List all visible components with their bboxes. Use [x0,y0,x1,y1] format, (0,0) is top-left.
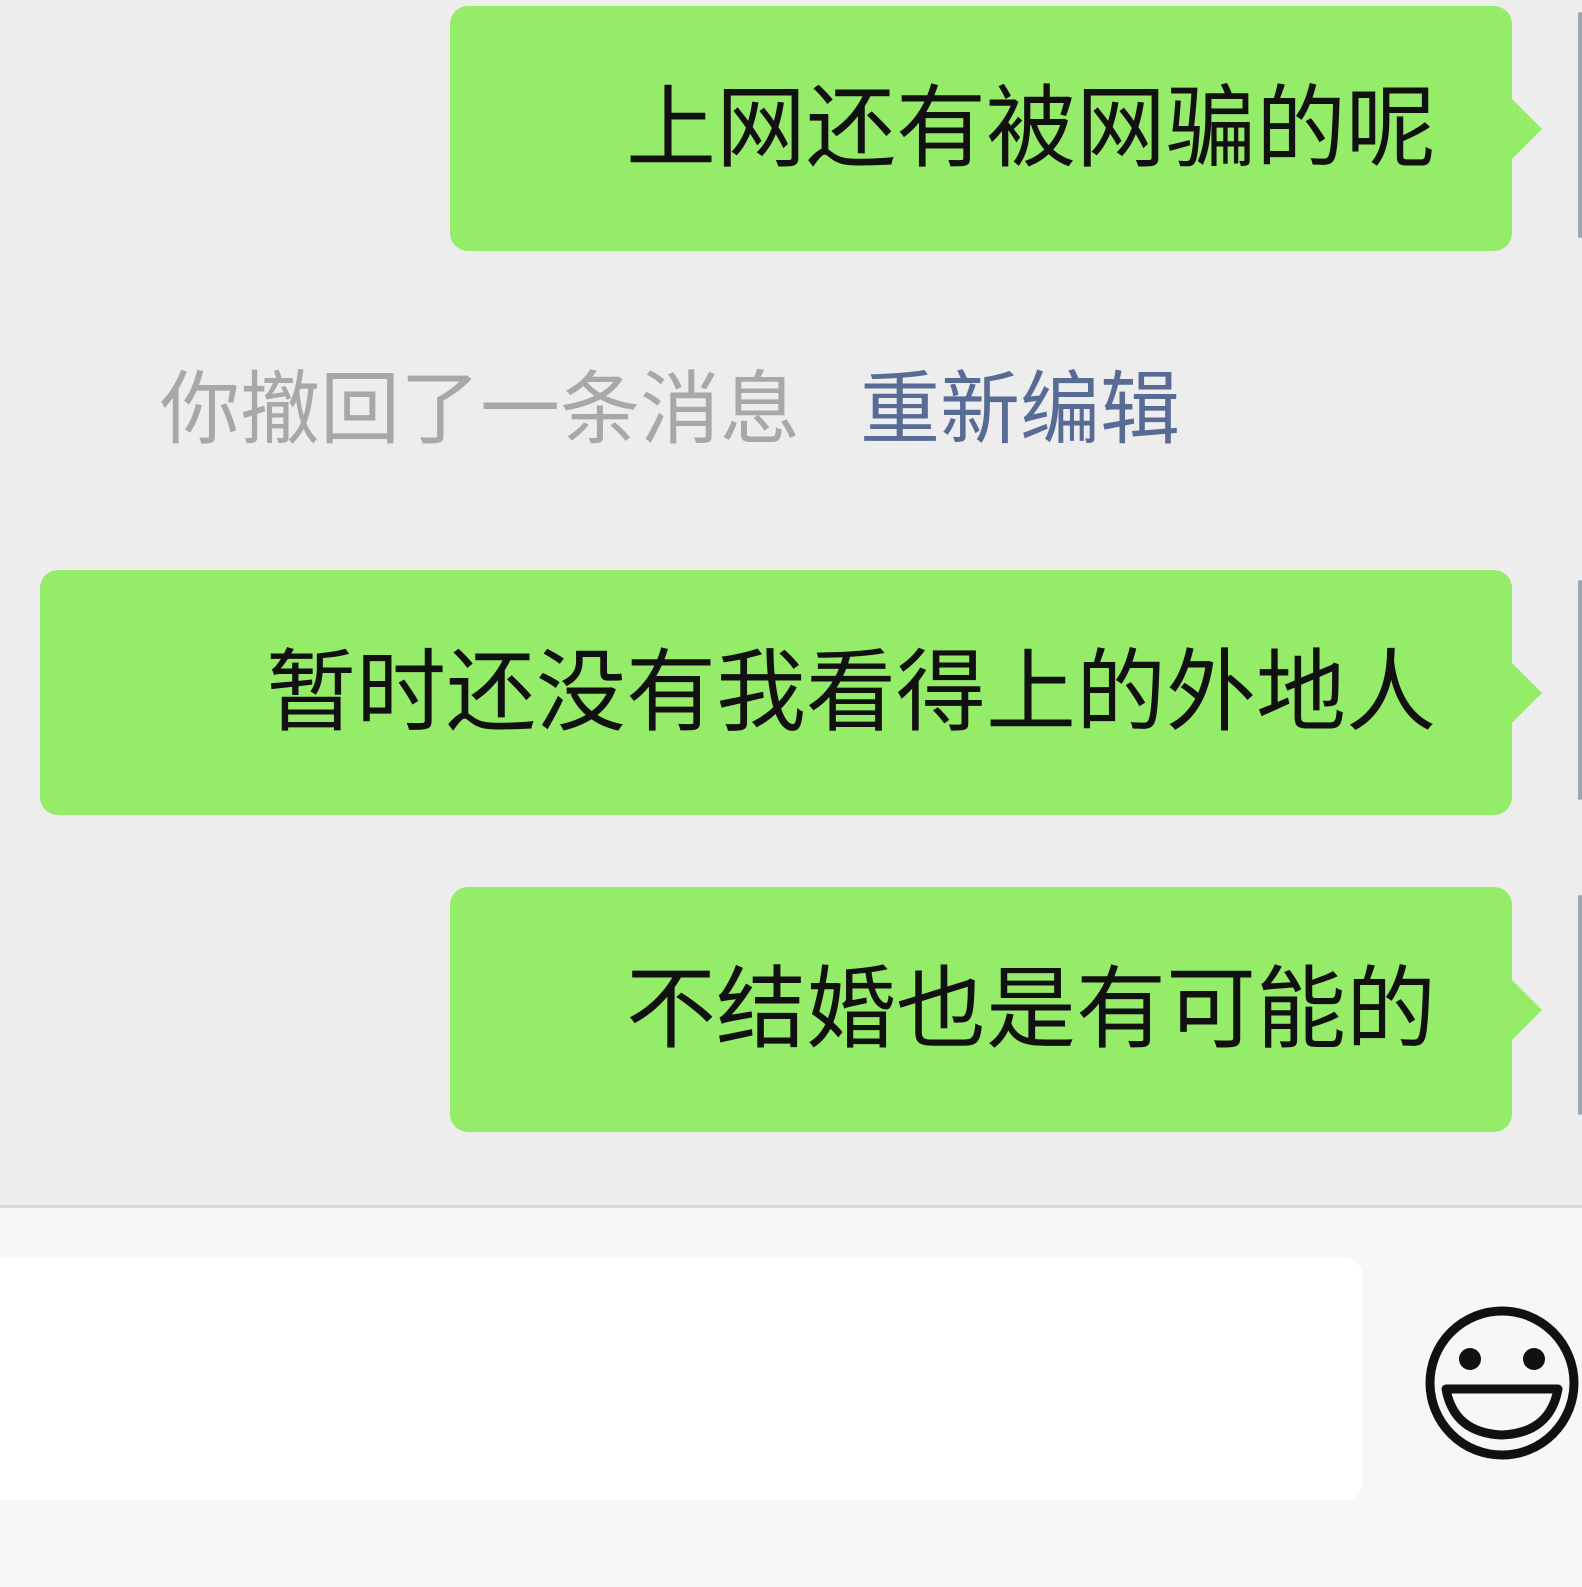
input-bar [0,1208,1582,1587]
outgoing-message-bubble[interactable]: 暂时还没有我看得上的外地人 [40,570,1542,815]
recall-notice-text: 你撤回了一条消息 [160,363,800,456]
avatar[interactable] [1578,12,1582,238]
smiley-face-icon [1425,1306,1579,1460]
message-text: 不结婚也是有可能的 [626,956,1436,1062]
avatar[interactable] [1578,895,1582,1115]
outgoing-message-bubble[interactable]: 上网还有被网骗的呢 [450,6,1542,251]
message-input[interactable] [0,1258,1362,1500]
outgoing-message-bubble[interactable]: 不结婚也是有可能的 [450,887,1542,1132]
re-edit-link[interactable]: 重新编辑 [860,370,1180,450]
avatar[interactable] [1578,580,1582,800]
chat-message-list[interactable]: 上网还有被网骗的呢 你撤回了一条消息 重新编辑 暂时还没有我看得上的外地人 不结… [0,0,1582,1205]
emoji-button[interactable] [1422,1303,1582,1473]
bubble-tail [1511,978,1542,1041]
bubble-tail [1511,661,1542,724]
message-text: 上网还有被网骗的呢 [626,75,1436,181]
recall-notice: 你撤回了一条消息 重新编辑 [160,365,1180,455]
message-text: 暂时还没有我看得上的外地人 [266,639,1436,745]
bubble-tail [1511,97,1542,160]
